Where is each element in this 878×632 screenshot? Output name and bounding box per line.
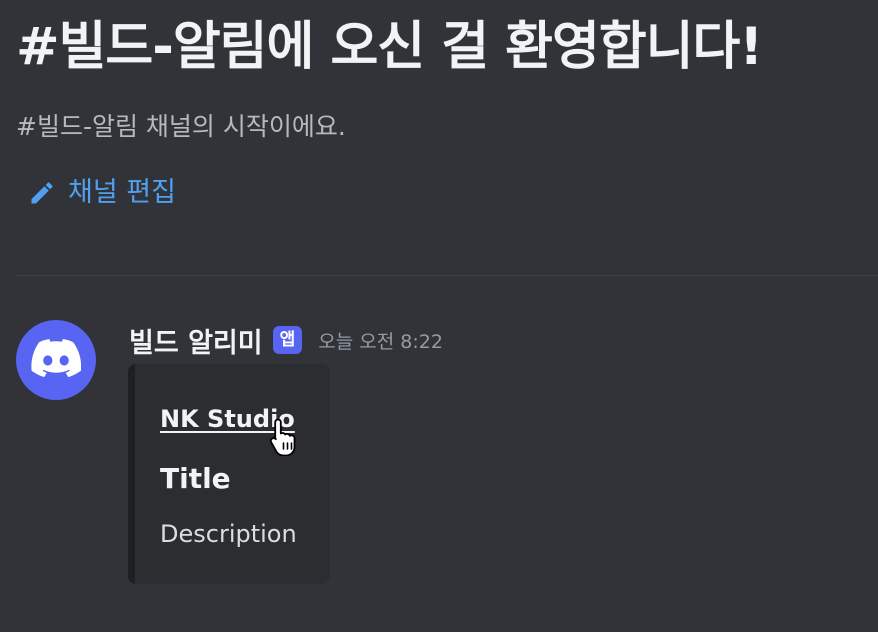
message-timestamp: 오늘 오전 8:22 [318, 330, 443, 353]
edit-channel-button[interactable]: 채널 편집 [28, 175, 176, 211]
divider [16, 275, 878, 276]
channel-welcome-title: #빌드-알림에 오신 걸 환영합니다! [16, 17, 763, 77]
embed-description: Description [160, 520, 297, 548]
avatar[interactable] [16, 320, 96, 400]
hand-pointer-cursor-icon [268, 416, 302, 457]
chat-view: #빌드-알림에 오신 걸 환영합니다! #빌드-알림 채널의 시작이에요. 채널… [0, 0, 878, 632]
channel-welcome-subtitle: #빌드-알림 채널의 시작이에요. [16, 112, 346, 141]
edit-channel-label: 채널 편집 [68, 177, 176, 208]
embed-color-bar [128, 364, 135, 584]
pencil-icon [28, 179, 56, 207]
username[interactable]: 빌드 알리미 [129, 321, 263, 360]
message-embed: NK Studio Title Description [128, 364, 330, 584]
message-header: 빌드 알리미 앱 오늘 오전 8:22 [129, 320, 443, 360]
app-badge: 앱 [272, 326, 303, 354]
embed-title: Title [160, 462, 231, 495]
discord-logo-icon [31, 339, 82, 381]
